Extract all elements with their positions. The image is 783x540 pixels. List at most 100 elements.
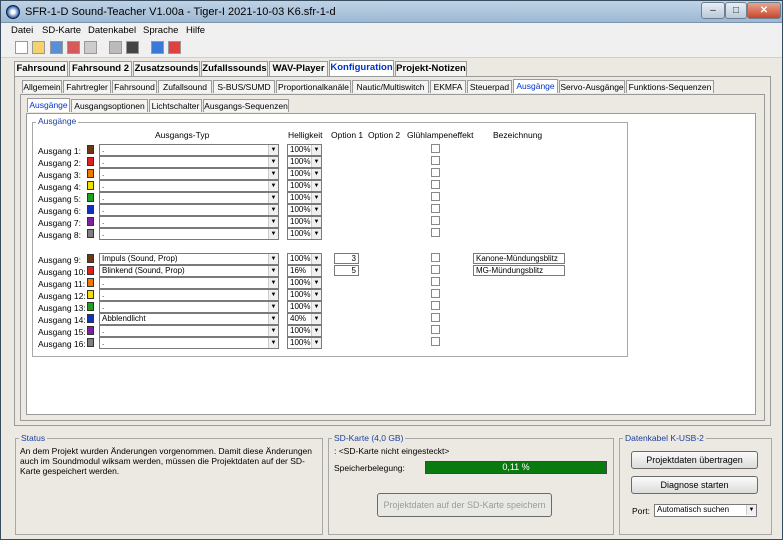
menu-datenkabel[interactable]: Datenkabel — [88, 25, 136, 36]
output-type-select[interactable]: Blinkend (Sound, Prop) ▼ — [99, 265, 279, 277]
output-type-select[interactable]: . ▼ — [99, 325, 279, 337]
brightness-select[interactable]: 100% ▼ — [287, 180, 322, 192]
tab-zufallsound[interactable]: Zufallsound — [158, 80, 212, 93]
glow-checkbox[interactable] — [431, 313, 440, 322]
output-type-select[interactable]: . ▼ — [99, 337, 279, 349]
output-type-select[interactable]: . ▼ — [99, 289, 279, 301]
brightness-select[interactable]: 100% ▼ — [287, 325, 322, 337]
brightness-select[interactable]: 100% ▼ — [287, 277, 322, 289]
grid-icon[interactable] — [109, 41, 122, 54]
name-field[interactable]: MG-Mündungsblitz — [473, 265, 565, 276]
glow-checkbox[interactable] — [431, 168, 440, 177]
output-type-select[interactable]: . ▼ — [99, 216, 279, 228]
pdf-icon[interactable] — [168, 41, 181, 54]
glow-checkbox[interactable] — [431, 289, 440, 298]
tab-funktions-sequenzen[interactable]: Funktions-Sequenzen — [626, 80, 714, 93]
print-icon[interactable] — [84, 41, 97, 54]
tab-allgemein[interactable]: Allgemein — [22, 80, 62, 93]
glow-checkbox[interactable] — [431, 180, 440, 189]
tab-fahrsound[interactable]: Fahrsound — [14, 61, 68, 76]
output-type-select[interactable]: . ▼ — [99, 168, 279, 180]
output-type-select[interactable]: Abblendlicht ▼ — [99, 313, 279, 325]
menu-sprache[interactable]: Sprache — [143, 25, 178, 36]
menu-datei[interactable]: Datei — [11, 25, 33, 36]
tab-ekmfa[interactable]: EKMFA — [430, 80, 466, 93]
glow-checkbox[interactable] — [431, 156, 440, 165]
music-icon[interactable] — [151, 41, 164, 54]
glow-checkbox[interactable] — [431, 301, 440, 310]
tab-servo-ausgaenge[interactable]: Servo-Ausgänge — [559, 80, 625, 93]
header-glow: Glühlampeneffekt — [407, 130, 474, 140]
diagnose-button[interactable]: Diagnose starten — [631, 476, 758, 494]
tab-wav-player[interactable]: WAV-Player — [269, 61, 328, 76]
maximize-button[interactable]: □ — [725, 2, 747, 19]
glow-checkbox[interactable] — [431, 228, 440, 237]
brightness-select[interactable]: 100% ▼ — [287, 228, 322, 240]
brightness-select[interactable]: 100% ▼ — [287, 301, 322, 313]
tab-proportionalkanaele[interactable]: Proportionalkanäle — [276, 80, 351, 93]
tab-ausgangsoptionen[interactable]: Ausgangsoptionen — [71, 99, 148, 112]
brightness-select[interactable]: 40% ▼ — [287, 313, 322, 325]
menu-sd-karte[interactable]: SD-Karte — [42, 25, 81, 36]
brightness-select[interactable]: 100% ▼ — [287, 192, 322, 204]
chevron-down-icon: ▼ — [268, 145, 278, 155]
glow-checkbox[interactable] — [431, 265, 440, 274]
output-type-select[interactable]: . ▼ — [99, 180, 279, 192]
save-to-sd-button[interactable]: Projektdaten auf der SD-Karte speichern — [377, 493, 552, 517]
glow-checkbox[interactable] — [431, 192, 440, 201]
brightness-select[interactable]: 100% ▼ — [287, 204, 322, 216]
tab-sbus[interactable]: S-BUS/SUMD — [213, 80, 275, 93]
tab-lichtschalter[interactable]: Lichtschalter — [149, 99, 202, 112]
header-type: Ausgangs-Typ — [155, 130, 210, 140]
close-button[interactable]: ✕ — [747, 2, 781, 19]
save-icon[interactable] — [50, 41, 63, 54]
glow-checkbox[interactable] — [431, 337, 440, 346]
brightness-select[interactable]: 100% ▼ — [287, 216, 322, 228]
brightness-select[interactable]: 100% ▼ — [287, 337, 322, 349]
tab-ausgaenge[interactable]: Ausgänge — [513, 79, 558, 93]
option1-field[interactable]: 5 — [334, 265, 359, 276]
tab-zufallssounds[interactable]: Zufallssounds — [201, 61, 268, 76]
menu-hilfe[interactable]: Hilfe — [186, 25, 205, 36]
glow-checkbox[interactable] — [431, 204, 440, 213]
tab-steuerpad[interactable]: Steuerpad — [467, 80, 512, 93]
transfer-icon[interactable] — [126, 41, 139, 54]
glow-checkbox[interactable] — [431, 144, 440, 153]
name-field[interactable]: Kanone-Mündungsblitz — [473, 253, 565, 264]
brightness-select[interactable]: 100% ▼ — [287, 156, 322, 168]
tab-zusatzsounds[interactable]: Zusatzsounds — [133, 61, 200, 76]
tab-ausgangs-sequenzen[interactable]: Ausgangs-Sequenzen — [203, 99, 289, 112]
output-type-select[interactable]: . ▼ — [99, 277, 279, 289]
option1-field[interactable]: 3 — [334, 253, 359, 264]
brightness-select[interactable]: 100% ▼ — [287, 253, 322, 265]
tab-projekt-notizen[interactable]: Projekt-Notizen — [395, 61, 467, 76]
glow-checkbox[interactable] — [431, 277, 440, 286]
save-as-icon[interactable] — [67, 41, 80, 54]
glow-checkbox[interactable] — [431, 216, 440, 225]
brightness-select[interactable]: 16% ▼ — [287, 265, 322, 277]
tab-fahrsound-2[interactable]: Fahrsound 2 — [69, 61, 132, 76]
chevron-down-icon: ▼ — [311, 181, 321, 191]
tab-ausgaenge-sub[interactable]: Ausgänge — [27, 98, 70, 112]
output-type-select[interactable]: . ▼ — [99, 228, 279, 240]
tab-nautic[interactable]: Nautic/Multiswitch — [352, 80, 429, 93]
output-type-select[interactable]: . ▼ — [99, 156, 279, 168]
new-icon[interactable] — [15, 41, 28, 54]
output-type-select[interactable]: . ▼ — [99, 144, 279, 156]
brightness-select[interactable]: 100% ▼ — [287, 144, 322, 156]
output-type-select[interactable]: . ▼ — [99, 192, 279, 204]
output-type-select[interactable]: . ▼ — [99, 204, 279, 216]
brightness-select[interactable]: 100% ▼ — [287, 289, 322, 301]
tab-konfiguration[interactable]: Konfiguration — [329, 60, 394, 76]
minimize-button[interactable]: – — [701, 2, 725, 19]
port-select[interactable]: Automatisch suchen ▼ — [654, 504, 757, 517]
open-icon[interactable] — [32, 41, 45, 54]
output-type-select[interactable]: Impuls (Sound, Prop) ▼ — [99, 253, 279, 265]
transfer-project-button[interactable]: Projektdaten übertragen — [631, 451, 758, 469]
output-type-select[interactable]: . ▼ — [99, 301, 279, 313]
brightness-select[interactable]: 100% ▼ — [287, 168, 322, 180]
tab-fahrtregler[interactable]: Fahrtregler — [63, 80, 111, 93]
glow-checkbox[interactable] — [431, 325, 440, 334]
glow-checkbox[interactable] — [431, 253, 440, 262]
tab-fahrsound-cfg[interactable]: Fahrsound — [112, 80, 157, 93]
